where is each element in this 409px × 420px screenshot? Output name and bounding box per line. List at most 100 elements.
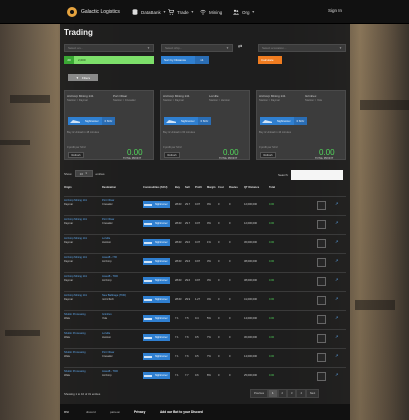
row-ship-chip[interactable]: Nightrunner: [143, 296, 170, 303]
external-link-icon[interactable]: ↗: [335, 201, 338, 206]
privacy-link[interactable]: Privacy: [134, 410, 145, 414]
row-add-checkbox[interactable]: [317, 372, 326, 381]
row-origin[interactable]: Shubin Processing: [64, 332, 86, 335]
table-row[interactable]: Shubin Processing Wala Grimhex Yela Nightrun…: [64, 310, 346, 328]
row-add-checkbox[interactable]: [317, 315, 326, 324]
table-row[interactable]: Shubin Processing Wala Area18 - TDD ArcCorp…: [64, 367, 346, 385]
refresh-button[interactable]: Refresh: [260, 152, 276, 158]
external-link-icon[interactable]: ↗: [335, 353, 338, 358]
row-destination[interactable]: Area18 - TDD: [102, 370, 118, 373]
table-row[interactable]: Shubin Processing Wala Port Olisar Crusader…: [64, 348, 346, 366]
row-ship-chip[interactable]: Nightrunner: [143, 334, 170, 341]
page-number-button[interactable]: 1: [268, 389, 278, 398]
patreon-logo[interactable]: patreon: [110, 410, 120, 414]
column-header[interactable]: Commodities (SCU): [143, 186, 167, 189]
page-number-button[interactable]: 3: [287, 389, 297, 398]
row-origin[interactable]: Shubin Processing: [64, 370, 86, 373]
row-destination[interactable]: Port Olisar: [102, 351, 114, 354]
ship-select[interactable]: Select ship... ▼: [161, 44, 233, 52]
column-header[interactable]: Cost: [218, 186, 224, 189]
row-ship-chip[interactable]: Nightrunner: [143, 277, 170, 284]
external-link-icon[interactable]: ↗: [335, 296, 338, 301]
row-ship-chip[interactable]: Nightrunner: [143, 315, 170, 322]
row-destination[interactable]: New Babbage (TDD): [102, 294, 126, 297]
row-origin[interactable]: ArcCorp Mining 141: [64, 237, 87, 240]
column-header[interactable]: Sell: [185, 186, 190, 189]
row-origin[interactable]: ArcCorp Mining 141: [64, 294, 87, 297]
refresh-button[interactable]: Refresh: [68, 152, 84, 158]
row-destination[interactable]: Area18 - ITR: [102, 256, 117, 259]
previous-page-button[interactable]: Previous: [250, 389, 269, 398]
table-row[interactable]: ArcCorp Mining 141 Daymar Port Olisar Crusa…: [64, 196, 346, 214]
row-add-checkbox[interactable]: [317, 353, 326, 362]
table-row[interactable]: ArcCorp Mining 141 Daymar Area18 - ITR ArcC…: [64, 253, 346, 271]
row-destination[interactable]: Area18 - TDD: [102, 275, 118, 278]
column-header[interactable]: Margin: [207, 186, 216, 189]
row-origin[interactable]: ArcCorp Mining 141: [64, 218, 87, 221]
row-add-checkbox[interactable]: [317, 220, 326, 229]
commodity-select[interactable]: Select an... ▼: [64, 44, 154, 52]
external-link-icon[interactable]: ↗: [335, 372, 338, 377]
scu-input[interactable]: 20 2,000: [64, 56, 154, 64]
rsi-logo[interactable]: RSI: [64, 410, 69, 414]
calculate-button[interactable]: Calculate: [258, 56, 282, 64]
table-row[interactable]: ArcCorp Mining 141 Daymar New Babbage (TDD…: [64, 291, 346, 309]
row-destination[interactable]: Lorville: [102, 332, 110, 335]
table-row[interactable]: Shubin Processing Wala Lorville Hurston Nigh…: [64, 329, 346, 347]
nav-item-trade[interactable]: Trade ▼: [168, 8, 194, 16]
card-ship[interactable]: Nightrunner 0 SCU: [68, 117, 116, 125]
external-link-icon[interactable]: ↗: [335, 277, 338, 282]
external-link-icon[interactable]: ↗: [335, 315, 338, 320]
card-ship[interactable]: Nightrunner 0 SCU: [164, 117, 212, 125]
next-page-button[interactable]: Next: [305, 389, 320, 398]
column-header[interactable]: Destination: [102, 186, 116, 189]
row-add-checkbox[interactable]: [317, 296, 326, 305]
row-add-checkbox[interactable]: [317, 277, 326, 286]
external-link-icon[interactable]: ↗: [335, 220, 338, 225]
row-destination[interactable]: Port Olisar: [102, 199, 114, 202]
external-link-icon[interactable]: ↗: [335, 258, 338, 263]
external-link-icon[interactable]: ↗: [335, 334, 338, 339]
external-link-icon[interactable]: ↗: [335, 239, 338, 244]
card-ship[interactable]: Nightrunner 0 SCU: [260, 117, 308, 125]
discord-logo[interactable]: discord: [86, 410, 96, 414]
nav-item-org[interactable]: Org ▼: [233, 8, 255, 16]
row-origin[interactable]: ArcCorp Mining 141: [64, 256, 87, 259]
table-row[interactable]: ArcCorp Mining 141 Daymar Lorville Hurston N…: [64, 234, 346, 252]
row-add-checkbox[interactable]: [317, 258, 326, 267]
row-origin[interactable]: ArcCorp Mining 141: [64, 199, 87, 202]
column-header[interactable]: Buy: [175, 186, 180, 189]
sign-in-link[interactable]: Sign In: [328, 8, 342, 13]
filters-button[interactable]: ▼ Filters: [68, 74, 98, 81]
location-select[interactable]: Select a location... ▼: [258, 44, 346, 52]
row-origin[interactable]: Shubin Processing: [64, 351, 86, 354]
row-add-checkbox[interactable]: [317, 201, 326, 210]
row-destination[interactable]: Port Olisar: [102, 218, 114, 221]
swap-icon[interactable]: ⇄: [238, 44, 246, 52]
table-row[interactable]: ArcCorp Mining 141 Daymar Port Olisar Crusa…: [64, 215, 346, 233]
nav-item-mining[interactable]: Mining: [200, 8, 222, 16]
column-header[interactable]: QT Distance: [244, 186, 259, 189]
column-header[interactable]: Origin: [64, 186, 72, 189]
entries-select[interactable]: 10 ▼: [74, 170, 93, 177]
page-number-button[interactable]: 4: [296, 389, 306, 398]
column-header[interactable]: Total: [269, 186, 275, 189]
add-bot-link[interactable]: Add our Bot to your Discord: [160, 410, 203, 414]
row-ship-chip[interactable]: Nightrunner: [143, 258, 170, 265]
refresh-button[interactable]: Refresh: [164, 152, 180, 158]
brand-logo[interactable]: Galactic Logistics: [67, 6, 120, 18]
row-ship-chip[interactable]: Nightrunner: [143, 353, 170, 360]
column-header[interactable]: Profit: [195, 186, 202, 189]
row-destination[interactable]: Grimhex: [102, 313, 112, 316]
row-origin[interactable]: Shubin Processing: [64, 313, 86, 316]
row-ship-chip[interactable]: Nightrunner: [143, 220, 170, 227]
nav-item-databank[interactable]: DataBank ▼: [132, 8, 166, 16]
row-add-checkbox[interactable]: [317, 334, 326, 343]
row-ship-chip[interactable]: Nightrunner: [143, 372, 170, 379]
row-add-checkbox[interactable]: [317, 239, 326, 248]
page-number-button[interactable]: 2: [277, 389, 287, 398]
column-header[interactable]: Routes: [229, 186, 238, 189]
row-ship-chip[interactable]: Nightrunner: [143, 201, 170, 208]
table-row[interactable]: ArcCorp Mining 141 Daymar Area18 - TDD ArcC…: [64, 272, 346, 290]
row-origin[interactable]: ArcCorp Mining 141: [64, 275, 87, 278]
